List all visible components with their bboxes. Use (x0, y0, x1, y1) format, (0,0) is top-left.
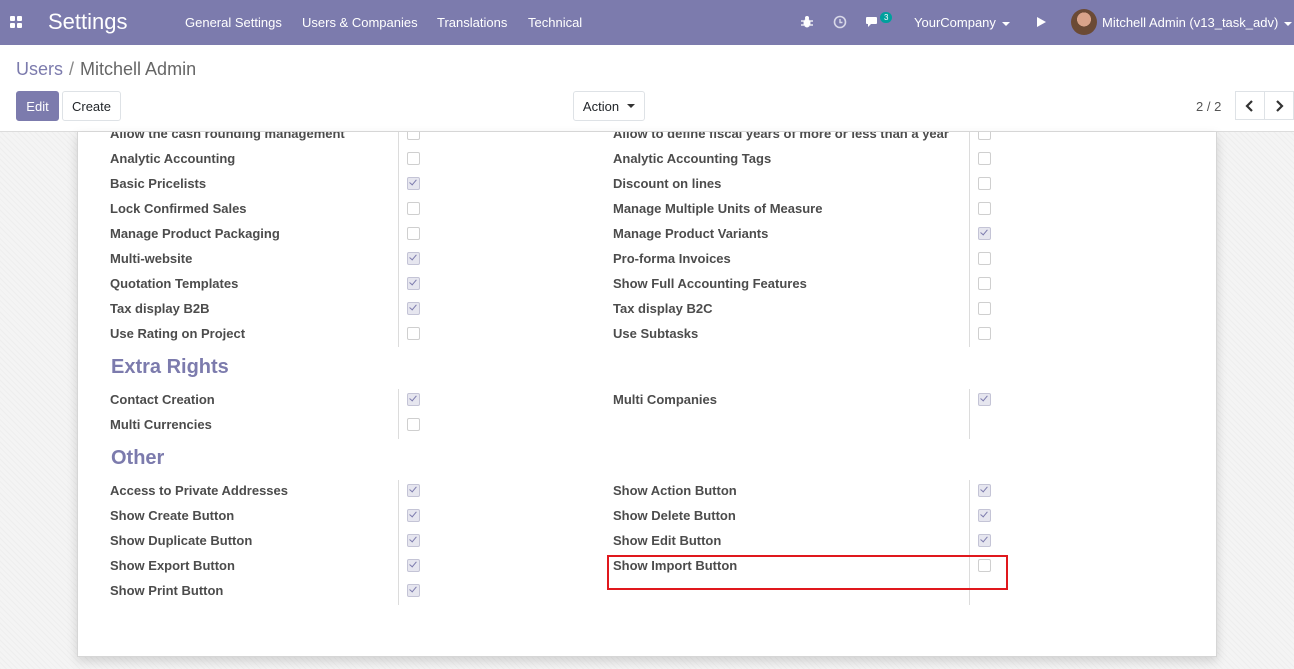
field-label-tax-display-b2b: Tax display B2B (110, 301, 210, 316)
field-label-show-delete-button: Show Delete Button (613, 508, 736, 523)
field-label-basic-pricelists: Basic Pricelists (110, 176, 207, 191)
company-name: YourCompany (914, 15, 996, 30)
field-label-use-subtasks: Use Subtasks (613, 326, 699, 341)
apps-menu-icon[interactable] (10, 16, 22, 28)
field-label-show-create-button: Show Create Button (110, 508, 235, 523)
checkbox-use-rating-on-project[interactable] (407, 327, 420, 340)
field-label-manage-multiple-units-of-measure: Manage Multiple Units of Measure (613, 201, 823, 216)
field-label-show-export-button: Show Export Button (110, 558, 235, 573)
breadcrumb-users-link[interactable]: Users (16, 59, 63, 79)
checkbox-analytic-accounting-tags[interactable] (978, 152, 991, 165)
checkbox-manage-product-packaging[interactable] (407, 227, 420, 240)
field-label-analytic-accounting-tags: Analytic Accounting Tags (613, 151, 772, 166)
user-name: Mitchell Admin (v13_task_adv) (1102, 15, 1279, 30)
menu-translations[interactable]: Translations (437, 15, 507, 30)
checkbox-quotation-templates[interactable] (407, 277, 420, 290)
checkbox-show-print-button[interactable] (407, 584, 420, 597)
checkbox-allow-the-cash-rounding-management[interactable] (407, 132, 420, 140)
group-divider (969, 132, 970, 347)
checkbox-show-create-button[interactable] (407, 509, 420, 522)
chevron-down-icon (1001, 21, 1010, 26)
chevron-down-icon (1284, 21, 1293, 26)
field-label-access-to-private-addresses: Access to Private Addresses (110, 483, 289, 498)
avatar[interactable] (1071, 9, 1097, 35)
menu-users-companies[interactable]: Users & Companies (302, 15, 418, 30)
checkbox-manage-product-variants[interactable] (978, 227, 991, 240)
checkbox-discount-on-lines[interactable] (978, 177, 991, 190)
field-label-quotation-templates: Quotation Templates (110, 276, 239, 291)
play-icon[interactable] (1032, 13, 1050, 31)
group-divider (969, 389, 970, 439)
field-label-multi-companies: Multi Companies (613, 392, 718, 407)
company-switcher[interactable]: YourCompany (914, 15, 1010, 30)
section-title-extra-rights: Extra Rights (111, 356, 229, 378)
field-label-show-full-accounting-features: Show Full Accounting Features (613, 276, 807, 291)
app-title: Settings (48, 9, 128, 34)
checkbox-manage-multiple-units-of-measure[interactable] (978, 202, 991, 215)
highlight-box (607, 555, 1008, 590)
clock-icon[interactable] (831, 13, 849, 31)
breadcrumb: Users / Mitchell Admin (16, 59, 196, 80)
field-label-allow-to-define-fiscal-years-of-more-or-less-than-a-year: Allow to define fiscal years of more or … (613, 132, 949, 141)
chevron-left-icon (1245, 99, 1253, 112)
field-label-manage-product-packaging: Manage Product Packaging (110, 226, 280, 241)
field-label-analytic-accounting: Analytic Accounting (110, 151, 236, 166)
checkbox-pro-forma-invoices[interactable] (978, 252, 991, 265)
action-label: Action (582, 98, 620, 114)
field-label-show-edit-button: Show Edit Button (613, 533, 722, 548)
checkbox-show-edit-button[interactable] (978, 534, 991, 547)
checkbox-show-action-button[interactable] (978, 484, 991, 497)
top-navbar: Settings General Settings Users & Compan… (0, 0, 1294, 45)
checkbox-basic-pricelists[interactable] (407, 177, 420, 190)
field-label-use-rating-on-project: Use Rating on Project (110, 326, 246, 341)
field-label-allow-the-cash-rounding-management: Allow the cash rounding management (110, 132, 345, 141)
checkbox-lock-confirmed-sales[interactable] (407, 202, 420, 215)
form-sheet: Extra Rights Other Allow the cash roundi… (77, 132, 1217, 657)
group-divider (398, 389, 399, 439)
field-label-lock-confirmed-sales: Lock Confirmed Sales (110, 201, 247, 216)
field-label-multi-website: Multi-website (110, 251, 193, 266)
checkbox-access-to-private-addresses[interactable] (407, 484, 420, 497)
create-button[interactable]: Create (62, 91, 121, 121)
message-count-badge: 3 (880, 12, 893, 23)
field-label-pro-forma-invoices: Pro-forma Invoices (613, 251, 731, 266)
field-label-contact-creation: Contact Creation (110, 392, 215, 407)
pager-next-button[interactable] (1264, 91, 1294, 120)
checkbox-show-duplicate-button[interactable] (407, 534, 420, 547)
checkbox-show-export-button[interactable] (407, 559, 420, 572)
field-label-manage-product-variants: Manage Product Variants (613, 226, 769, 241)
checkbox-analytic-accounting[interactable] (407, 152, 420, 165)
checkbox-multi-currencies[interactable] (407, 418, 420, 431)
field-label-tax-display-b2c: Tax display B2C (613, 301, 713, 316)
checkbox-show-full-accounting-features[interactable] (978, 277, 991, 290)
group-divider (398, 132, 399, 347)
chevron-down-icon (627, 104, 636, 108)
pager-previous-button[interactable] (1235, 91, 1265, 120)
field-label-discount-on-lines: Discount on lines (613, 176, 722, 191)
field-label-multi-currencies: Multi Currencies (110, 417, 212, 432)
bug-icon[interactable] (798, 13, 816, 31)
checkbox-multi-companies[interactable] (978, 393, 991, 406)
checkbox-contact-creation[interactable] (407, 393, 420, 406)
field-label-show-action-button: Show Action Button (613, 483, 737, 498)
section-title-other: Other (111, 447, 165, 469)
menu-general-settings[interactable]: General Settings (185, 15, 282, 30)
edit-button[interactable]: Edit (16, 91, 59, 121)
checkbox-show-delete-button[interactable] (978, 509, 991, 522)
breadcrumb-current: Mitchell Admin (80, 59, 197, 79)
checkbox-use-subtasks[interactable] (978, 327, 991, 340)
field-label-show-duplicate-button: Show Duplicate Button (110, 533, 253, 548)
menu-technical[interactable]: Technical (528, 15, 582, 30)
checkbox-tax-display-b2b[interactable] (407, 302, 420, 315)
user-menu[interactable]: Mitchell Admin (v13_task_adv) (1102, 15, 1293, 30)
pager-value[interactable]: 2 / 2 (1196, 99, 1221, 114)
checkbox-allow-to-define-fiscal-years-of-more-or-less-than-a-year[interactable] (978, 132, 991, 140)
field-label-show-print-button: Show Print Button (110, 583, 224, 598)
checkbox-tax-display-b2c[interactable] (978, 302, 991, 315)
group-divider (398, 480, 399, 605)
checkbox-multi-website[interactable] (407, 252, 420, 265)
chevron-right-icon (1276, 99, 1284, 112)
breadcrumb-separator: / (69, 59, 75, 79)
action-dropdown[interactable]: Action (573, 91, 645, 121)
